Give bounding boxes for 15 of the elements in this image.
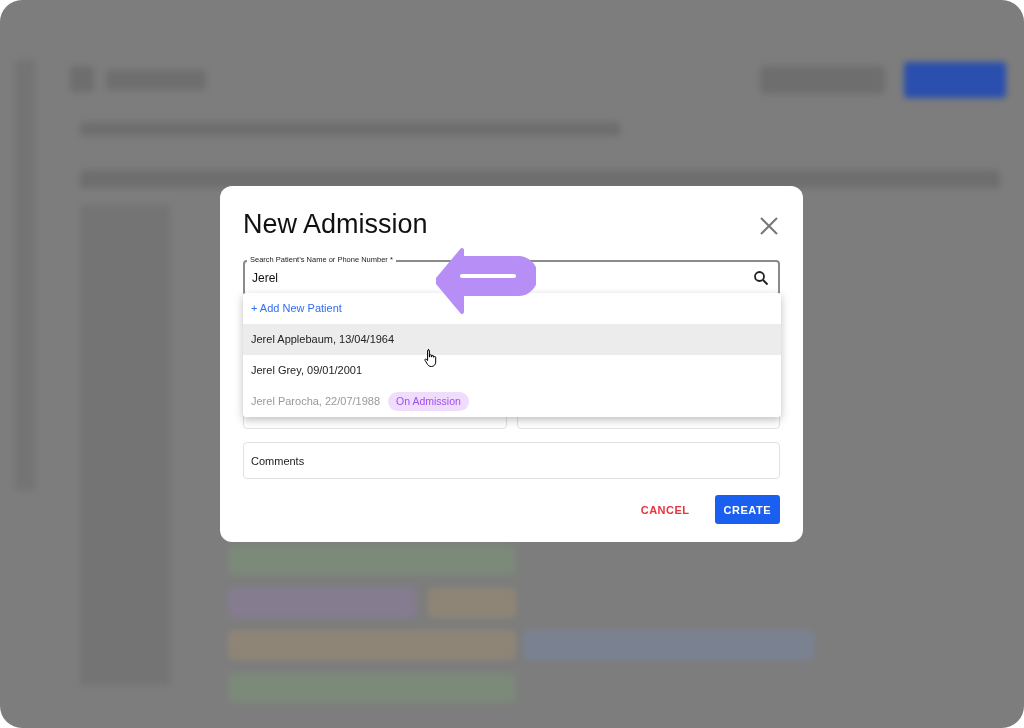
patient-option[interactable]: Jerel Grey, 09/01/2001 xyxy=(243,355,781,386)
add-patient-option[interactable]: + Add New Patient xyxy=(243,293,781,324)
patient-name: Jerel Applebaum, 13/04/1964 xyxy=(251,332,395,348)
create-button[interactable]: CREATE xyxy=(714,495,780,525)
patient-name: Jerel Parocha, 22/07/1988 xyxy=(251,394,381,410)
search-icon xyxy=(753,270,769,287)
close-icon xyxy=(758,214,780,237)
patient-option[interactable]: Jerel Applebaum, 13/04/1964 xyxy=(243,324,781,355)
hand-cursor-icon xyxy=(423,348,439,368)
status-badge: On Admission xyxy=(388,391,469,412)
option-label: + Add New Patient xyxy=(251,301,342,317)
dialog-title: New Admission xyxy=(243,208,428,241)
patient-name: Jerel Grey, 09/01/2001 xyxy=(251,363,363,379)
comments-field[interactable]: Comments xyxy=(243,442,780,480)
cancel-button[interactable]: CANCEL xyxy=(631,495,699,525)
